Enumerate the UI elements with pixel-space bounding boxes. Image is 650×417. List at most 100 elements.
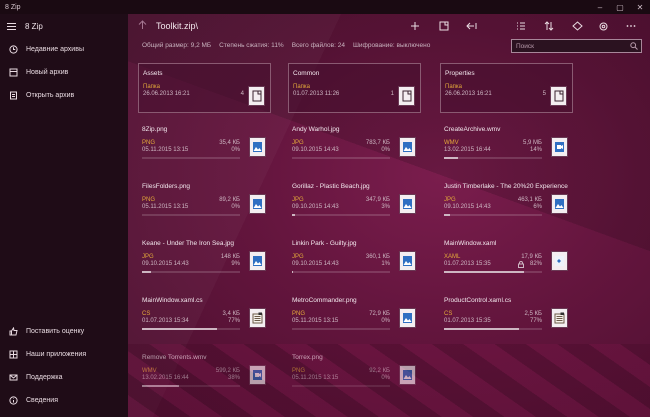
file-card[interactable]: Gorillaz - Plastic Beach.jpg JPG 09.10.201… xyxy=(288,177,421,227)
file-name: MetroCommander.png xyxy=(292,297,357,304)
sidebar-item-label: Наши приложения xyxy=(26,351,87,358)
compression-progress-bar xyxy=(444,271,542,273)
item-size: 72,9 КБ xyxy=(369,311,390,317)
item-count: 1 xyxy=(390,91,394,97)
folder-icon xyxy=(248,86,265,106)
item-date: 01.07.2013 15:35 xyxy=(444,318,491,324)
file-card[interactable]: Andy Warhol.jpg JPG 09.10.2015 14:43 783,7 … xyxy=(288,120,421,170)
file-name: 8Zip.png xyxy=(142,126,168,133)
compression-progress-bar xyxy=(444,157,542,159)
compression-progress-fill xyxy=(142,271,151,273)
sidebar-item-label: Открыть архив xyxy=(26,92,75,99)
search-icon[interactable] xyxy=(630,42,638,50)
file-card[interactable]: ProductControl.xaml.cs CS 01.07.2013 15:35… xyxy=(440,291,573,341)
item-type: JPG xyxy=(292,140,304,146)
folder-card[interactable]: Common Папка 01.07.2013 11:26 1 xyxy=(288,63,421,113)
compression-ratio: 6% xyxy=(533,204,542,210)
item-size: 92,2 КБ xyxy=(369,368,390,374)
item-size: 360,1 КБ xyxy=(365,254,390,260)
file-card[interactable]: Torrex.png PNG 05.11.2015 13:15 92,2 КБ 0% xyxy=(288,348,421,398)
new-folder-icon[interactable] xyxy=(436,18,452,34)
item-date: 05.11.2015 13:15 xyxy=(142,204,189,210)
item-date: 09.10.2015 14:43 xyxy=(142,261,189,267)
file-name: Andy Warhol.jpg xyxy=(292,126,340,133)
compression-ratio: 9% xyxy=(231,261,240,267)
code-file-icon xyxy=(551,308,568,328)
item-type: JPG xyxy=(292,254,304,260)
compression-ratio: 82% xyxy=(529,261,542,267)
folder-card[interactable]: Assets Папка 26.06.2013 16:21 4 xyxy=(138,63,271,113)
sidebar-item-mail[interactable]: Поддержка xyxy=(0,366,128,389)
sidebar-item-clock[interactable]: Недавние архивы xyxy=(0,38,128,61)
file-name: Torrex.png xyxy=(292,354,323,361)
new-archive-icon xyxy=(0,68,26,77)
sidebar-item-info[interactable]: Сведения xyxy=(0,389,128,412)
more-icon[interactable] xyxy=(623,18,639,34)
compression-progress-fill xyxy=(292,214,295,216)
file-card[interactable]: 8Zip.png PNG 05.11.2015 13:15 35,4 КБ 0% xyxy=(138,120,271,170)
item-date: 13.02.2015 16:44 xyxy=(142,375,189,381)
minimize-button[interactable]: – xyxy=(590,3,610,12)
item-size: 5,9 МБ xyxy=(523,140,542,146)
file-card[interactable]: MainWindow.xaml.cs CS 01.07.2013 15:34 3,4 … xyxy=(138,291,271,341)
item-size: 17,9 КБ xyxy=(521,254,542,260)
folder-icon xyxy=(398,86,415,106)
item-date: 01.07.2013 11:26 xyxy=(293,91,340,97)
sidebar-item-open-archive[interactable]: Открыть архив xyxy=(0,84,128,107)
item-type: Папка xyxy=(445,84,462,90)
search-input[interactable]: Поиск xyxy=(511,39,642,53)
item-type: Папка xyxy=(293,84,310,90)
sort-icon[interactable] xyxy=(541,18,557,34)
total-size: Общий размер: 9,2 МБ xyxy=(142,42,212,49)
mail-icon xyxy=(0,373,26,382)
video-file-icon xyxy=(249,365,266,385)
compression-progress-fill xyxy=(142,385,180,387)
item-date: 09.10.2015 14:43 xyxy=(292,261,339,267)
file-name: CreateArchive.wmv xyxy=(444,126,501,133)
hamburger-menu-icon[interactable] xyxy=(3,21,23,32)
video-file-icon xyxy=(551,137,568,157)
compression-ratio: Степень сжатия: 11% xyxy=(219,42,284,49)
share-icon[interactable] xyxy=(569,18,585,34)
file-card[interactable]: FilesFolders.png PNG 05.11.2015 13:15 89,2 … xyxy=(138,177,271,227)
window-title: 8 Zip xyxy=(5,3,21,11)
compression-progress-fill xyxy=(292,271,293,273)
file-card[interactable]: Keane - Under The Iron Sea.jpg JPG 09.10.2… xyxy=(138,234,271,284)
file-card[interactable]: Remove Torrents.wmv WMV 13.02.2015 16:44 59… xyxy=(138,348,271,398)
sidebar-item-label: Поставить оценку xyxy=(26,328,85,335)
sidebar-items: Недавние архивы Новый архив Открыть архив xyxy=(0,38,128,107)
sidebar-item-thumbs-up[interactable]: Поставить оценку xyxy=(0,320,128,343)
compression-progress-fill xyxy=(444,328,520,330)
file-card[interactable]: Justin Timberlake - The 20%20 Experience… xyxy=(440,177,573,227)
up-arrow-icon[interactable] xyxy=(138,19,152,33)
item-type: JPG xyxy=(444,197,456,203)
file-name: MainWindow.xaml.cs xyxy=(142,297,203,304)
compression-progress-bar xyxy=(292,328,390,330)
compression-ratio: 14% xyxy=(529,147,542,153)
close-button[interactable]: ✕ xyxy=(630,3,650,12)
select-icon[interactable] xyxy=(513,18,529,34)
item-date: 01.07.2013 15:35 xyxy=(444,261,491,267)
compression-ratio: 0% xyxy=(381,147,390,153)
maximize-button[interactable]: ▢ xyxy=(610,3,630,12)
item-size: 599,2 КБ xyxy=(215,368,240,374)
folder-name: Common xyxy=(293,70,320,77)
settings-icon[interactable] xyxy=(595,18,611,34)
file-name: Linkin Park - Guilty.jpg xyxy=(292,240,357,247)
compression-ratio: 0% xyxy=(381,318,390,324)
file-card[interactable]: MetroCommander.png PNG 05.11.2015 13:15 72,… xyxy=(288,291,421,341)
add-icon[interactable] xyxy=(407,18,423,34)
file-card[interactable]: MainWindow.xaml XAML 01.07.2013 15:35 17,9 … xyxy=(440,234,573,284)
file-name: MainWindow.xaml xyxy=(444,240,497,247)
file-card[interactable]: CreateArchive.wmv WMV 13.02.2015 16:44 5,9 … xyxy=(440,120,573,170)
compression-ratio: 0% xyxy=(381,375,390,381)
extract-icon[interactable] xyxy=(464,18,480,34)
sidebar-bottom-items: Поставить оценку Наши приложения Поддержка… xyxy=(0,320,128,412)
item-type: JPG xyxy=(292,197,304,203)
image-file-icon xyxy=(399,137,416,157)
sidebar-item-new-archive[interactable]: Новый архив xyxy=(0,61,128,84)
sidebar-item-apps[interactable]: Наши приложения xyxy=(0,343,128,366)
folder-card[interactable]: Properties Папка 26.06.2013 16:21 5 xyxy=(440,63,573,113)
compression-ratio: 77% xyxy=(227,318,240,324)
file-card[interactable]: Linkin Park - Guilty.jpg JPG 09.10.2015 14… xyxy=(288,234,421,284)
